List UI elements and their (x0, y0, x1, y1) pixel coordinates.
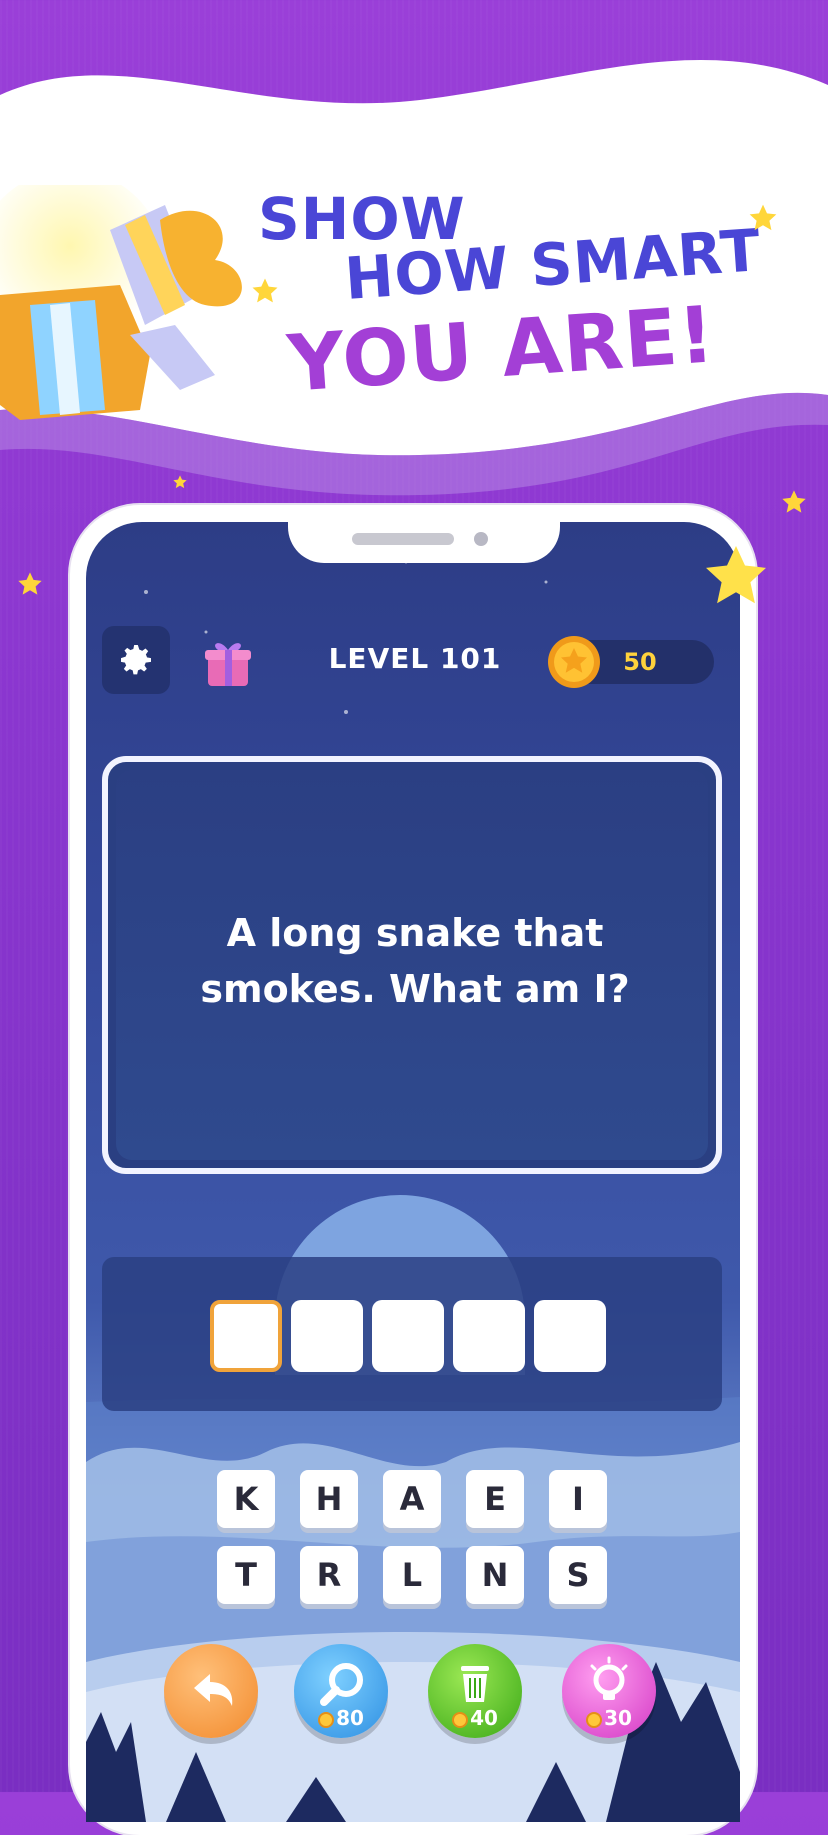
answer-slot[interactable] (534, 1300, 606, 1372)
letter-tile[interactable]: N (466, 1546, 524, 1604)
delete-cost-value: 40 (470, 1706, 498, 1730)
letter-tile[interactable]: H (300, 1470, 358, 1528)
star-icon (706, 546, 766, 604)
answer-slot[interactable] (372, 1300, 444, 1372)
letter-tile[interactable]: I (549, 1470, 607, 1528)
undo-arrow-icon (194, 1674, 233, 1706)
coin-icon (548, 636, 600, 688)
phone-speaker (352, 533, 454, 545)
letter-tile[interactable]: L (383, 1546, 441, 1604)
letter-tile[interactable]: T (217, 1546, 275, 1604)
letter-tile[interactable]: A (383, 1470, 441, 1528)
star-icon (749, 204, 777, 231)
level-label: LEVEL 101 (328, 642, 502, 675)
letter-tile[interactable]: S (549, 1546, 607, 1604)
coin-icon (452, 1712, 469, 1728)
letter-tile[interactable]: K (217, 1470, 275, 1528)
gift-box-icon (0, 185, 242, 420)
phone-camera (474, 532, 488, 546)
star-icon (18, 572, 42, 595)
letter-tile[interactable]: E (466, 1470, 524, 1528)
settings-button[interactable] (102, 626, 170, 694)
undo-button[interactable] (164, 1644, 258, 1738)
hint-cost: 30 (574, 1706, 644, 1730)
hint-cost-value: 30 (604, 1706, 632, 1730)
coin-icon (318, 1712, 335, 1728)
star-icon (173, 475, 187, 489)
answer-slot[interactable] (291, 1300, 363, 1372)
gear-icon (121, 645, 151, 675)
search-cost: 80 (306, 1706, 376, 1730)
answer-slot[interactable] (210, 1300, 282, 1372)
search-cost-value: 80 (336, 1706, 364, 1730)
coin-count: 50 (623, 648, 657, 676)
answer-slot[interactable] (453, 1300, 525, 1372)
letter-tile[interactable]: R (300, 1546, 358, 1604)
question-text: A long snake that smokes. What am I? (200, 911, 630, 1011)
star-icon (252, 278, 278, 303)
coin-icon (586, 1712, 603, 1728)
gift-icon[interactable] (200, 634, 256, 690)
star-icon (782, 490, 806, 513)
delete-cost: 40 (440, 1706, 510, 1730)
